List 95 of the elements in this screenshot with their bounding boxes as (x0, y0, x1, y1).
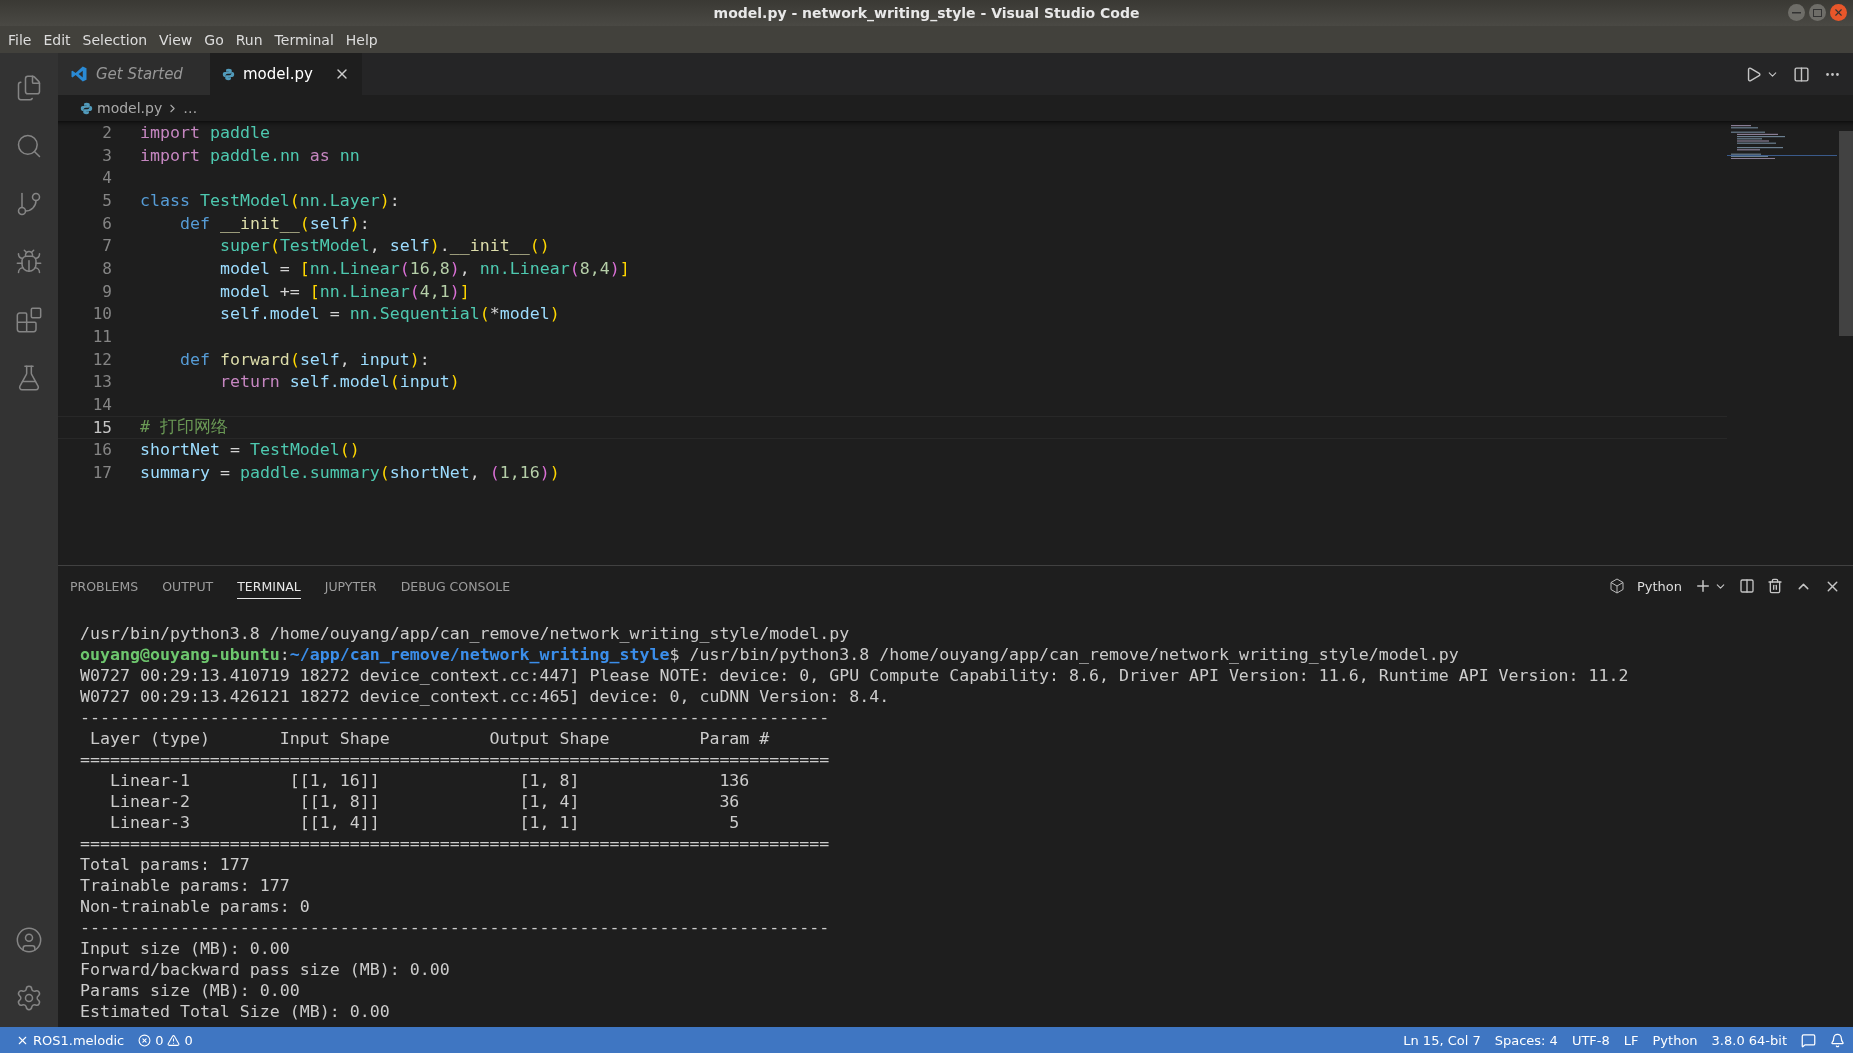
error-icon (138, 1033, 152, 1047)
split-editor-icon[interactable] (1793, 65, 1810, 83)
trash-icon[interactable] (1767, 578, 1783, 594)
terminal-line: W0727 00:29:13.426121 18272 device_context.cc:465] device: 0, cuDNN Version: 8.4. (80, 686, 891, 707)
terminal-line: =========================================================================== (80, 749, 831, 770)
line-number: 6 (101, 213, 112, 233)
bell-icon[interactable] (1830, 1032, 1845, 1048)
terminal-line: /usr/bin/python3.8 /home/ouyang/app/can_remove/network_writing_style/model.py (80, 623, 851, 644)
line-number: 13 (91, 372, 112, 392)
line-number: 4 (101, 168, 112, 188)
line-number: 10 (91, 304, 112, 324)
status-item[interactable]: UTF-8 (1571, 1032, 1610, 1048)
line-number: 15 (91, 417, 112, 437)
terminal-line: Input size (MB): 0.00 (80, 938, 291, 959)
terminal-shell-label[interactable]: Python (1636, 578, 1682, 594)
menu-item[interactable]: File (2, 31, 38, 48)
terminal-line: Linear-3 [[1, 4]] [1, 1] 5 (108, 812, 741, 833)
terminal-shell-icon (1608, 578, 1625, 594)
line-number: 14 (91, 395, 112, 415)
code-line: def __init__(self): (178, 213, 370, 233)
code-line: # 打印网络 (140, 416, 228, 439)
status-item[interactable]: Ln 15, Col 7 (1403, 1032, 1481, 1048)
menu-item[interactable]: Selection (76, 31, 154, 48)
panel-tab[interactable]: PROBLEMS (70, 573, 139, 599)
remote-status[interactable]: ROS1.melodic (16, 1032, 125, 1048)
code-line: class TestModel(nn.Layer): (140, 190, 400, 210)
line-number: 17 (91, 463, 112, 483)
code-line: model = [nn.Linear(16,8), nn.Linear(8,4)] (218, 258, 630, 278)
editor-tab[interactable]: Get Started (58, 53, 210, 95)
problems-status[interactable]: 0 0 (138, 1032, 193, 1048)
status-item[interactable]: Spaces: 4 (1494, 1032, 1558, 1048)
maximize-button[interactable] (1809, 4, 1826, 21)
close-icon (1833, 7, 1844, 18)
minimize-button[interactable] (1788, 4, 1805, 21)
plus-icon[interactable] (1694, 577, 1712, 595)
line-number: 9 (101, 281, 112, 301)
panel-tab[interactable]: DEBUG CONSOLE (400, 573, 511, 599)
terminal-line: W0727 00:29:13.410719 18272 device_context.cc:447] Please NOTE: device: 0, GPU Compute Capability: 8.6, Driver API Version: 11.6, Runtime API Version: 11.2 (80, 665, 1630, 686)
menu-item[interactable]: Run (229, 31, 269, 48)
menu-item[interactable]: Edit (37, 31, 77, 48)
close-button[interactable] (1830, 4, 1847, 21)
panel-tab[interactable]: TERMINAL (237, 573, 301, 599)
feedback-icon[interactable] (1801, 1032, 1816, 1048)
status-item[interactable]: LF (1623, 1032, 1639, 1048)
code-line: self.model = nn.Sequential(*model) (218, 304, 560, 324)
code-line: import paddle.nn as nn (140, 145, 360, 165)
line-number: 8 (101, 258, 112, 278)
run-icon[interactable] (1745, 65, 1762, 83)
terminal-line: Params size (MB): 0.00 (80, 980, 301, 1001)
code-line: model += [nn.Linear(4,1)] (218, 281, 470, 301)
status-item[interactable]: Python (1652, 1032, 1698, 1048)
terminal-line: ouyang@ouyang-ubuntu:~/app/can_remove/network_writing_style$ /usr/bin/python3.8 /home/ouyang/app/can_remove/network_writing_style/model.py (80, 644, 1460, 665)
terminal-line: Non-trainable params: 0 (80, 896, 311, 917)
line-number: 5 (101, 190, 112, 210)
line-number: 16 (91, 440, 112, 460)
terminal-line: Trainable params: 177 (80, 875, 291, 896)
terminal-line: Forward/backward pass size (MB): 0.00 (80, 959, 451, 980)
breadcrumb-item[interactable]: … (183, 100, 198, 116)
line-number: 7 (101, 236, 112, 256)
breadcrumb-item[interactable]: model.py (97, 100, 163, 116)
split-terminal-icon[interactable] (1739, 578, 1755, 594)
terminal-line: =========================================================================== (80, 833, 831, 854)
menu-item[interactable]: Terminal (268, 31, 340, 48)
terminal-line: Linear-1 [[1, 16]] [1, 8] 136 (108, 770, 751, 791)
warning-icon (167, 1033, 181, 1047)
window-title: model.py - network_writing_style - Visual Studio Code (713, 5, 1140, 21)
terminal-line: --------------------------------------------------------------------------- (80, 917, 831, 938)
terminal-line: Estimated Total Size (MB): 0.00 (80, 1001, 391, 1022)
line-number: 2 (101, 122, 112, 142)
terminal-line: --------------------------------------------------------------------------- (80, 707, 831, 728)
vscode-logo-icon (70, 65, 88, 83)
scrollbar-thumb[interactable] (1839, 131, 1853, 336)
panel-tab[interactable]: OUTPUT (162, 573, 214, 599)
status-item[interactable]: 3.8.0 64-bit (1711, 1032, 1787, 1048)
line-number: 3 (101, 145, 112, 165)
code-line: summary = paddle.summary(shortNet, (1,16)) (140, 463, 560, 483)
python-icon (222, 67, 235, 81)
code-line: import paddle (140, 122, 270, 142)
menu-item[interactable]: Help (339, 31, 384, 48)
terminal-line: Total params: 177 (80, 854, 251, 875)
menu-item[interactable]: View (153, 31, 199, 48)
python-icon (80, 101, 93, 115)
code-line: super(TestModel, self).__init__() (218, 236, 550, 256)
panel-tab[interactable]: JUPYTER (324, 573, 377, 599)
code-line: shortNet = TestModel() (140, 440, 360, 460)
code-line: return self.model(input) (218, 372, 460, 392)
code-line: def forward(self, input): (178, 349, 430, 369)
editor-tab[interactable]: model.py (210, 53, 362, 95)
line-number: 12 (91, 349, 112, 369)
terminal-line: Layer (type) Input Shape Output Shape Param # (89, 728, 771, 749)
minimize-icon (1792, 11, 1801, 14)
maximize-icon (1813, 8, 1822, 17)
line-number: 11 (91, 327, 112, 347)
terminal-line: Linear-2 [[1, 8]] [1, 4] 36 (108, 791, 741, 812)
menu-item[interactable]: Go (198, 31, 230, 48)
